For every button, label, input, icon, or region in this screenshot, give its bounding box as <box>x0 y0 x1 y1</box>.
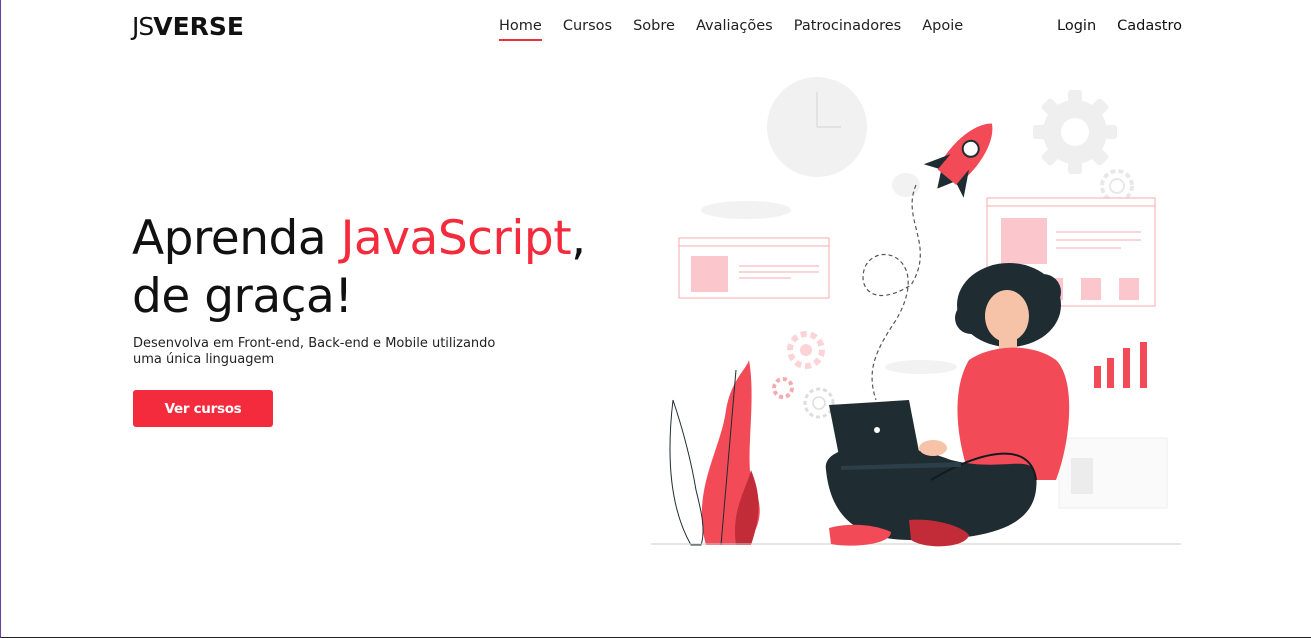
small-gear-icon <box>1100 169 1134 203</box>
hero-title-accent: JavaScript <box>340 211 572 266</box>
hero-title-part2: , <box>571 211 586 266</box>
auth-links: Login Cadastro <box>1057 18 1182 34</box>
gear-icon <box>1033 90 1117 174</box>
browser-window-left <box>678 237 830 299</box>
nav-item-sobre[interactable]: Sobre <box>633 18 675 34</box>
login-link[interactable]: Login <box>1057 18 1096 34</box>
logo-suffix: VERSE <box>153 12 245 41</box>
clock-icon <box>767 77 867 177</box>
hero-title-part1: Aprenda <box>132 211 341 266</box>
hero-title: Aprenda JavaScript, de graça! <box>132 210 586 326</box>
nav-item-apoie[interactable]: Apoie <box>922 18 963 34</box>
nav-item-avaliacoes[interactable]: Avaliações <box>696 18 773 34</box>
hero-illustration <box>651 77 1181 547</box>
view-courses-button[interactable]: Ver cursos <box>133 390 273 427</box>
site-header: JSVERSE Home Cursos Sobre Avaliações Pat… <box>1 0 1311 56</box>
main-nav: Home Cursos Sobre Avaliações Patrocinado… <box>499 18 984 41</box>
signup-link[interactable]: Cadastro <box>1117 18 1182 34</box>
nav-item-home[interactable]: Home <box>499 18 542 41</box>
logo-prefix: JS <box>132 12 154 41</box>
pink-gear-icon <box>787 331 825 369</box>
nav-item-patrocinadores[interactable]: Patrocinadores <box>794 18 901 34</box>
plant-icon <box>669 360 760 546</box>
hero-title-line2: de graça! <box>132 269 353 324</box>
bar-chart-icon <box>1094 342 1147 388</box>
rocket-icon <box>923 123 993 198</box>
nav-item-cursos[interactable]: Cursos <box>563 18 612 34</box>
site-logo[interactable]: JSVERSE <box>132 12 244 41</box>
hero-subtitle: Desenvolva em Front-end, Back-end e Mobi… <box>133 336 496 367</box>
